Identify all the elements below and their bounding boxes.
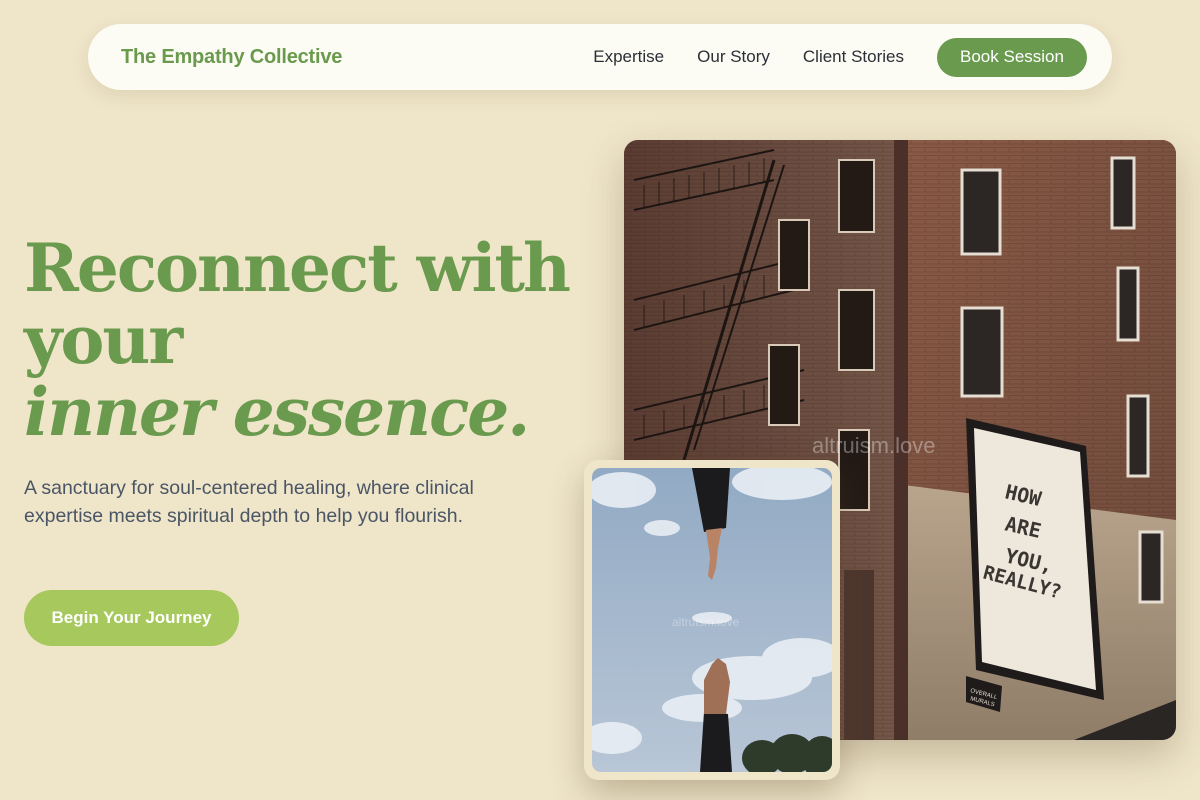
hero-subtitle: A sanctuary for soul-centered healing, w…	[24, 477, 474, 527]
hero-title-line-3: inner essence.	[24, 373, 530, 451]
hero-title-line-2: your	[24, 301, 183, 379]
hero-title-line-1: Reconnect with	[24, 229, 571, 307]
nav-link-client-stories[interactable]: Client Stories	[803, 47, 904, 67]
nav-link-expertise[interactable]: Expertise	[593, 47, 664, 67]
brand-logo[interactable]: The Empathy Collective	[121, 46, 342, 69]
book-session-button[interactable]: Book Session	[937, 37, 1087, 77]
reaching-hands-photo: altruism.love	[584, 460, 840, 780]
begin-journey-button[interactable]: Begin Your Journey	[24, 590, 239, 646]
hero-title: Reconnect with your inner essence.	[24, 232, 584, 448]
nav-link-our-story[interactable]: Our Story	[697, 47, 770, 67]
main-image-watermark: altruism.love	[812, 433, 935, 458]
top-nav: The Empathy Collective Expertise Our Sto…	[88, 24, 1112, 90]
nav-links: Expertise Our Story Client Stories Book …	[593, 37, 1087, 77]
secondary-image-watermark: altruism.love	[672, 615, 740, 629]
